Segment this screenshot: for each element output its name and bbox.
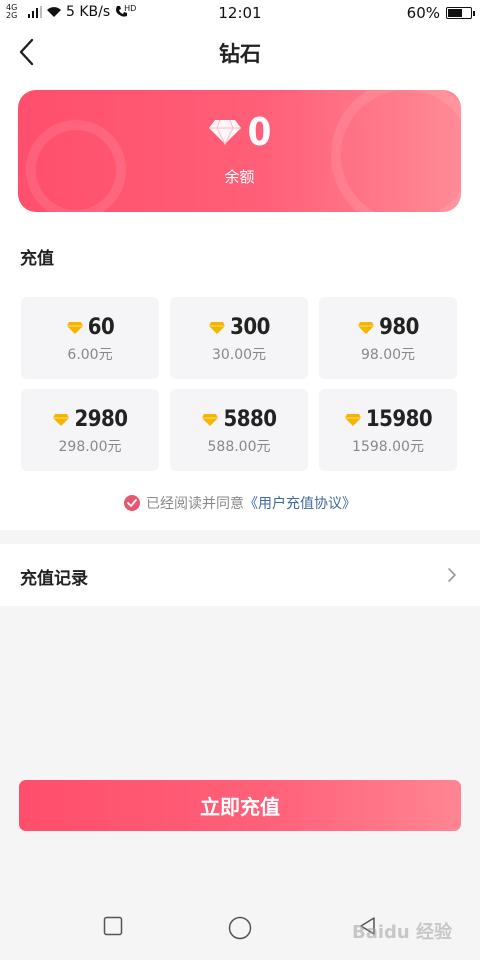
- status-bar: 4G 2G 5 KB/s HD 12:01 60%: [0, 0, 480, 26]
- agreement-text: 已经阅读并同意: [146, 496, 244, 512]
- balance-card: 0 余额: [18, 90, 461, 212]
- header: 钻石: [0, 26, 480, 78]
- recharge-now-button[interactable]: 立即充值: [19, 780, 461, 831]
- option-amount: 2980: [74, 407, 128, 432]
- gold-diamond-icon: [209, 321, 226, 334]
- agreement-row: 已经阅读并同意 《用户充值协议》: [0, 493, 480, 513]
- home-button[interactable]: [228, 916, 252, 940]
- option-amount: 980: [379, 315, 419, 340]
- balance-value: 0: [247, 110, 272, 154]
- option-amount-row: 60: [21, 315, 159, 340]
- battery-icon: [446, 7, 475, 19]
- watermark: Baidu 经验: [351, 922, 452, 943]
- option-amount: 300: [230, 315, 270, 340]
- option-price: 98.00元: [360, 347, 416, 363]
- gold-diamond-icon: [53, 413, 70, 426]
- diamond-icon: [208, 119, 241, 145]
- status-right: 60%: [406, 4, 475, 22]
- recharge-option[interactable]: 5880 588.00元: [170, 389, 308, 471]
- option-price: 30.00元: [211, 347, 267, 363]
- check-circle-icon[interactable]: [124, 495, 140, 511]
- option-price: 6.00元: [67, 347, 113, 363]
- option-amount-row: 2980: [21, 407, 159, 432]
- option-amount-row: 980: [319, 315, 457, 340]
- gold-diamond-icon: [66, 321, 83, 334]
- battery-fill: [448, 9, 463, 17]
- chevron-right-icon: [448, 568, 456, 582]
- recharge-records-row[interactable]: 充值记录: [0, 544, 480, 606]
- option-price: 588.00元: [207, 439, 271, 455]
- balance-label: 余额: [224, 168, 255, 186]
- option-amount-row: 15980: [319, 407, 457, 432]
- balance-row: 0: [18, 110, 461, 154]
- recharge-option[interactable]: 980 98.00元: [319, 297, 457, 379]
- option-amount-row: 300: [170, 315, 308, 340]
- recent-apps-button[interactable]: [103, 916, 123, 936]
- gold-diamond-icon: [202, 413, 219, 426]
- gold-diamond-icon: [358, 321, 375, 334]
- option-amount-row: 5880: [170, 407, 308, 432]
- option-amount: 15980: [365, 407, 433, 432]
- option-price: 298.00元: [58, 439, 122, 455]
- recharge-section-title: 充值: [20, 249, 54, 269]
- recharge-records-label: 充值记录: [20, 569, 88, 589]
- option-amount: 60: [87, 315, 115, 340]
- page-title: 钻石: [219, 42, 261, 66]
- battery-percent: 60%: [406, 4, 440, 22]
- recharge-option[interactable]: 2980 298.00元: [21, 389, 159, 471]
- agreement-link[interactable]: 《用户充值协议》: [244, 493, 356, 513]
- option-price: 1598.00元: [352, 439, 424, 455]
- recharge-option[interactable]: 60 6.00元: [21, 297, 159, 379]
- gold-diamond-icon: [344, 413, 361, 426]
- recharge-option[interactable]: 15980 1598.00元: [319, 389, 457, 471]
- option-amount: 5880: [223, 407, 277, 432]
- recharge-option[interactable]: 300 30.00元: [170, 297, 308, 379]
